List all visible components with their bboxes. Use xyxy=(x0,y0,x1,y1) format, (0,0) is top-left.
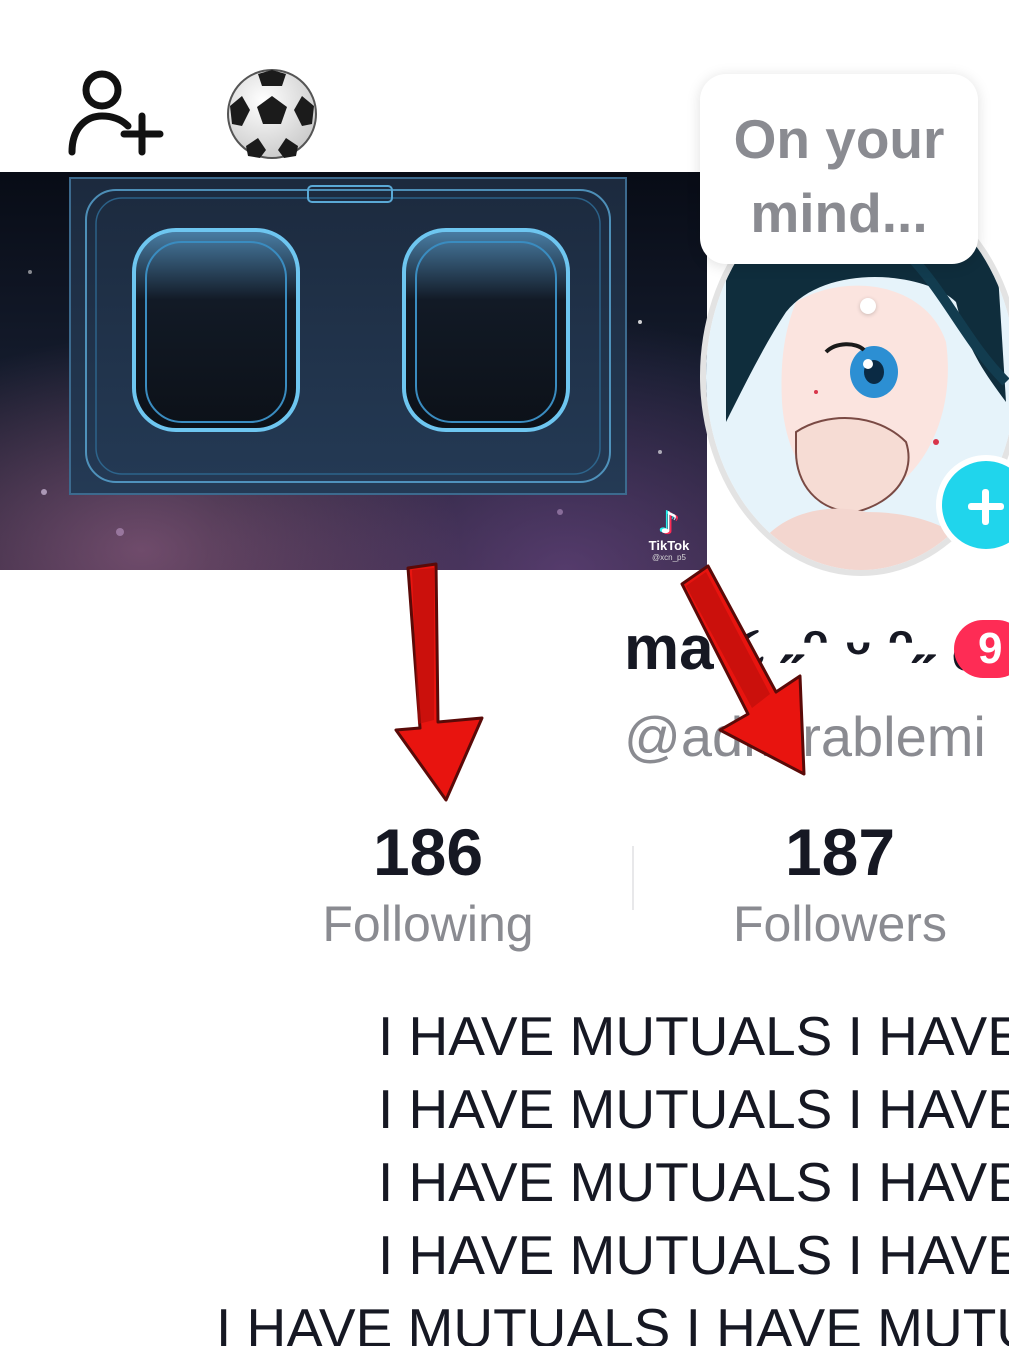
bio-line: I HAVE MUTUALS I HAVE xyxy=(378,1078,1009,1140)
meme-image: ♪ TikTok @xcn_p5 xyxy=(0,172,707,570)
bio-line: I HAVE MUTUALS I HAVE xyxy=(378,1005,1009,1067)
on-your-mind-bubble[interactable]: On your mind... xyxy=(700,74,978,264)
red-arrow-following-icon xyxy=(394,562,484,802)
following-label: Following xyxy=(322,896,534,952)
following-stat[interactable]: 186 Following xyxy=(258,810,598,954)
followers-count: 187 xyxy=(784,815,896,889)
red-arrow-followers-icon xyxy=(680,564,806,776)
bio-line: I HAVE MUTUALS I HAVE MUTU xyxy=(216,1297,1009,1346)
tiktok-watermark-brand: TikTok xyxy=(648,538,690,553)
profile-bio: I HAVE MUTUALS I HAVE I HAVE MUTUALS I H… xyxy=(0,1000,1009,1346)
stats-divider xyxy=(632,846,634,910)
bubble-text-line2: mind... xyxy=(750,182,928,244)
bio-line: I HAVE MUTUALS I HAVE xyxy=(378,1151,1009,1213)
soccer-ball-icon[interactable] xyxy=(224,66,320,162)
followers-label: Followers xyxy=(733,896,947,952)
followers-stat[interactable]: 187 Followers xyxy=(670,810,1009,954)
add-friend-icon[interactable] xyxy=(64,66,164,158)
notification-badge[interactable]: 9 xyxy=(954,620,1009,678)
bubble-text-line1: On your xyxy=(733,108,945,170)
tiktok-note-icon: ♪ xyxy=(659,506,679,541)
tiktok-watermark: ♪ TikTok @xcn_p5 xyxy=(639,506,699,563)
bubble-tail-dot xyxy=(860,298,876,314)
bio-line: I HAVE MUTUALS I HAVE xyxy=(378,1224,1009,1286)
following-count: 186 xyxy=(372,815,484,889)
